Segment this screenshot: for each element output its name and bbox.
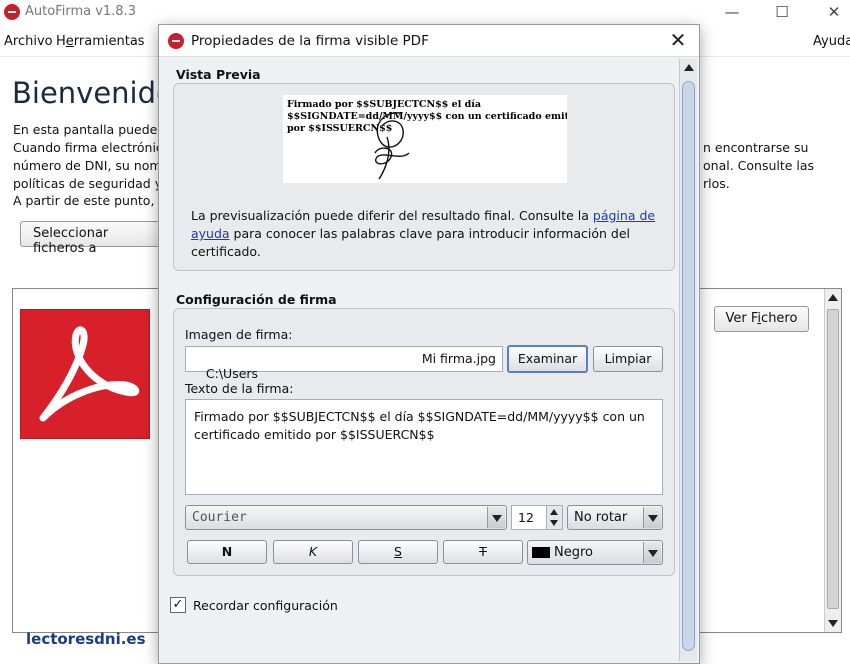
image-path-start: C:\Users — [205, 366, 259, 381]
image-label: Imagen de firma: — [185, 327, 293, 342]
config-section-title: Configuración de firma — [176, 292, 337, 307]
view-file-label-start: Ver F — [725, 311, 758, 326]
description-line-right: n encontrarse su — [703, 140, 809, 155]
description-line: En esta pantalla puede fi — [13, 122, 170, 137]
view-file-label-end: chero — [761, 311, 798, 326]
menu-ayuda[interactable]: Ayuda — [813, 34, 850, 49]
preview-note-text: La previsualización puede diferir del re… — [191, 208, 593, 223]
main-titlebar: AutoFirma v1.8.3 — ☐ ✕ — [0, 0, 850, 26]
color-select[interactable]: Negro — [527, 540, 663, 565]
underline-button[interactable]: S — [358, 540, 438, 564]
acrobat-logo-icon — [39, 326, 140, 422]
scroll-up-icon[interactable] — [684, 64, 694, 71]
signature-properties-dialog: Propiedades de la firma visible PDF ✕ Vi… — [158, 24, 700, 664]
description-line-right: rlos. — [703, 176, 730, 191]
font-size-spinner[interactable]: 12 — [511, 505, 563, 530]
menu-herramientas-mnemonic: e — [65, 34, 74, 49]
preview-note-text-end: para conocer las palabras clave para int… — [191, 226, 630, 259]
font-select[interactable]: Courier — [185, 505, 507, 530]
signature-preview: Firmado por $$SUBJECTCN$$ el día $$SIGND… — [283, 95, 567, 183]
font-select-value: Courier — [192, 510, 247, 525]
scroll-down-icon[interactable] — [828, 620, 838, 627]
pdf-file-icon — [20, 309, 150, 439]
chevron-down-icon[interactable] — [643, 507, 661, 528]
scrollbar-thumb[interactable] — [827, 309, 839, 609]
remember-config-checkbox[interactable]: ✓ — [170, 597, 186, 613]
font-size-value: 12 — [518, 510, 534, 525]
dialog-scrollbar-thumb[interactable] — [682, 81, 695, 651]
autofirma-logo-icon — [168, 33, 184, 49]
welcome-heading: Bienvenido — [12, 76, 174, 110]
description-line: número de DNI, su nomb — [13, 158, 170, 173]
image-path-end: Mi firma.jpg — [421, 351, 496, 366]
minimize-button[interactable]: — — [712, 2, 752, 24]
chevron-down-icon[interactable] — [487, 507, 505, 528]
signature-text-label: Texto de la firma: — [185, 381, 294, 396]
clear-button[interactable]: Limpiar — [593, 346, 663, 372]
rotation-select[interactable]: No rotar — [567, 505, 663, 530]
dialog-scrollbar[interactable] — [679, 59, 697, 661]
image-path-input[interactable]: C:\Users Mi firma.jpg — [185, 346, 503, 381]
description-line-right: onal. Consulte las — [703, 158, 815, 173]
dialog-close-button[interactable]: ✕ — [663, 28, 693, 54]
scroll-up-icon[interactable] — [828, 294, 838, 301]
color-select-value: Negro — [554, 545, 593, 560]
file-panel-scrollbar[interactable] — [824, 289, 841, 632]
color-swatch — [532, 547, 550, 558]
browse-button[interactable]: Examinar — [507, 345, 588, 373]
description-line: políticas de seguridad y p — [13, 176, 174, 191]
maximize-button[interactable]: ☐ — [762, 2, 802, 24]
description-line: A partir de este punto, no — [13, 193, 174, 208]
menu-archivo[interactable]: Archivo — [4, 34, 53, 49]
preview-note: La previsualización puede diferir del re… — [191, 207, 661, 261]
menu-herramientas-label-start: H — [56, 34, 66, 49]
remember-config-label: Recordar configuración — [193, 598, 338, 613]
signature-text-area[interactable]: Firmado por $$SUBJECTCN$$ el día $$SIGND… — [185, 399, 663, 495]
autofirma-logo-icon — [4, 4, 20, 20]
dialog-titlebar: Propiedades de la firma visible PDF ✕ — [159, 25, 699, 57]
select-files-button[interactable]: Seleccionar ficheros a — [20, 221, 170, 256]
app-title: AutoFirma v1.8.3 — [25, 4, 136, 19]
bold-button[interactable]: N — [187, 540, 267, 564]
dialog-title: Propiedades de la firma visible PDF — [191, 33, 429, 49]
handwritten-signature-icon — [374, 112, 410, 180]
chevron-down-icon[interactable] — [643, 542, 661, 563]
rotation-select-value: No rotar — [574, 510, 628, 525]
description-line: Cuando firma electrónica — [13, 140, 171, 155]
menu-herramientas[interactable]: Herramientas — [56, 34, 145, 49]
close-button[interactable]: ✕ — [814, 2, 850, 24]
strikethrough-button[interactable]: T — [443, 540, 523, 564]
italic-button[interactable]: K — [273, 540, 353, 564]
preview-section-title: Vista Previa — [176, 67, 261, 82]
menu-herramientas-label-end: rramientas — [73, 34, 145, 49]
view-file-button[interactable]: Ver Fichero — [714, 306, 809, 332]
spin-down-icon[interactable] — [550, 520, 558, 526]
spinner-buttons[interactable] — [546, 506, 562, 529]
spin-up-icon[interactable] — [550, 509, 558, 515]
watermark: lectoresdni.es — [26, 630, 146, 648]
